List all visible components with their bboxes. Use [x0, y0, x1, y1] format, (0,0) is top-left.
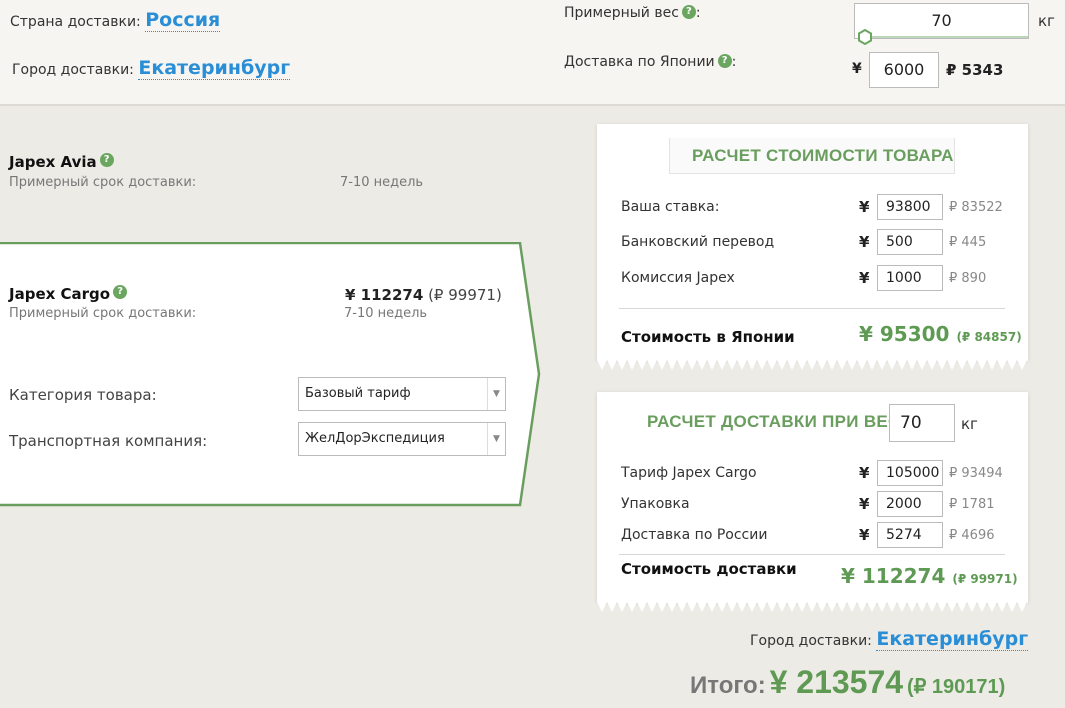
city-label: Город доставки: — [12, 62, 134, 78]
transport-label: Транспортная компания: — [9, 432, 208, 450]
russia-delivery-input[interactable]: 5274 — [877, 522, 943, 548]
weight-label: Примерный вес — [564, 5, 679, 21]
weight-slider-track[interactable] — [858, 36, 1028, 38]
delivery-cost-card: РАСЧЕТ ДОСТАВКИ ПРИ ВЕСЕ 70 кг Тариф Jap… — [597, 392, 1028, 612]
delivery-weight-unit: кг — [961, 415, 978, 433]
category-select-value: Базовый тариф — [305, 386, 411, 401]
weight-slider-handle-icon[interactable] — [857, 29, 873, 45]
yen-icon: ¥ — [859, 269, 870, 287]
japan-delivery-rub: ₽ 5343 — [946, 61, 1004, 79]
japan-delivery-label-row: Доставка по Японии?: — [564, 54, 736, 70]
delivery-row-label: Тариф Japex Cargo — [621, 465, 757, 481]
delivery-row-rub: ₽ 1781 — [949, 497, 995, 512]
tariff-cargo-title: Japex Cargo? — [9, 285, 128, 303]
selected-panel-outline — [0, 242, 541, 507]
delivery-row-rub: ₽ 4696 — [949, 528, 995, 543]
category-label: Категория товара: — [9, 386, 157, 404]
receipt-edge — [597, 360, 1028, 370]
goods-total-yen: ¥ 95300 — [859, 322, 950, 346]
delivery-weight-input[interactable]: 70 — [889, 404, 955, 442]
category-select[interactable]: Базовый тариф ▼ — [298, 377, 506, 411]
japan-delivery-label-colon: : — [731, 54, 737, 70]
receipt-edge — [597, 602, 1028, 612]
bid-input[interactable]: 93800 — [877, 194, 943, 220]
country-link[interactable]: Россия — [145, 9, 221, 32]
help-icon[interactable]: ? — [681, 5, 696, 19]
tariff-cargo-name: Japex Cargo — [9, 285, 111, 303]
grand-total-yen: ¥ 213574 — [769, 664, 904, 700]
transport-select-value: ЖелДорЭкспедиция — [305, 431, 445, 446]
divider — [619, 554, 1005, 555]
tariff-avia-term-label: Примерный срок доставки: — [9, 175, 197, 190]
city-row: Город доставки: Екатеринбург — [12, 57, 291, 80]
goods-cost-card: РАСЧЕТ СТОИМОСТИ ТОВАРА Ваша ставка: ¥ 9… — [597, 124, 1028, 370]
grand-total-rub: (₽ 190171) — [906, 676, 1006, 698]
yen-icon: ¥ — [852, 61, 862, 77]
delivery-card-title: РАСЧЕТ ДОСТАВКИ ПРИ ВЕСЕ — [647, 412, 913, 431]
weight-label-colon: : — [695, 5, 701, 21]
delivery-total-label: Стоимость доставки — [621, 560, 797, 578]
goods-total-rub: (₽ 84857) — [956, 330, 1022, 344]
japan-delivery-input[interactable]: 6000 — [869, 52, 939, 88]
tariff-cargo-term-value: 7-10 недель — [344, 306, 428, 321]
goods-row-rub: ₽ 445 — [949, 235, 987, 250]
grand-total-label: Итого: — [690, 672, 766, 699]
delivery-total-rub: (₽ 99971) — [952, 572, 1018, 586]
footer-city-row: Город доставки: Екатеринбург — [750, 628, 1029, 651]
goods-card-title: РАСЧЕТ СТОИМОСТИ ТОВАРА — [692, 146, 954, 165]
yen-icon: ¥ — [859, 198, 870, 216]
goods-row-label: Банковский перевод — [621, 234, 775, 250]
weight-unit: кг — [1038, 12, 1055, 30]
delivery-total-value: ¥ 112274 (₽ 99971) — [841, 564, 1018, 588]
goods-total-label: Стоимость в Японии — [621, 328, 795, 346]
tariff-cargo-price: ¥ 112274 (₽ 99971) — [345, 286, 502, 304]
delivery-total-yen: ¥ 112274 — [841, 564, 946, 588]
yen-icon: ¥ — [859, 464, 870, 482]
tariff-cargo-price-rub: (₽ 99971) — [428, 286, 502, 304]
country-row: Страна доставки: Россия — [10, 9, 221, 32]
goods-row-label: Комиссия Japex — [621, 270, 735, 286]
tariff-cargo-term-label: Примерный срок доставки: — [9, 306, 197, 321]
divider — [619, 308, 1005, 309]
tariff-input[interactable]: 105000 — [877, 460, 943, 486]
footer-city-label: Город доставки: — [750, 633, 872, 649]
yen-icon: ¥ — [859, 495, 870, 513]
goods-row-rub: ₽ 83522 — [949, 200, 1003, 215]
goods-row-rub: ₽ 890 — [949, 271, 987, 286]
footer-city-link[interactable]: Екатеринбург — [876, 628, 1029, 651]
goods-total-value: ¥ 95300 (₽ 84857) — [859, 322, 1022, 346]
tariff-avia-term-value: 7-10 недель — [340, 175, 424, 190]
packing-input[interactable]: 2000 — [877, 491, 943, 517]
tariff-cargo-price-yen: ¥ 112274 — [345, 286, 424, 304]
chevron-down-icon: ▼ — [487, 378, 505, 410]
weight-input[interactable]: 70 — [854, 3, 1029, 39]
delivery-row-label: Упаковка — [621, 496, 690, 512]
tariff-avia[interactable]: Japex Avia? — [9, 153, 114, 171]
city-link[interactable]: Екатеринбург — [138, 57, 291, 80]
japan-delivery-label: Доставка по Японии — [564, 54, 715, 70]
help-icon[interactable]: ? — [113, 285, 128, 299]
country-label: Страна доставки: — [10, 14, 141, 30]
delivery-row-label: Доставка по России — [621, 527, 768, 543]
yen-icon: ¥ — [859, 526, 870, 544]
tariff-cargo-panel[interactable] — [0, 242, 545, 507]
grand-total: Итого: ¥ 213574 (₽ 190171) — [690, 664, 1005, 701]
transport-select[interactable]: ЖелДорЭкспедиция ▼ — [298, 422, 506, 456]
help-icon[interactable]: ? — [717, 54, 732, 68]
commission-input[interactable]: 1000 — [877, 265, 943, 291]
bank-transfer-input[interactable]: 500 — [877, 229, 943, 255]
goods-row-label: Ваша ставка: — [621, 199, 720, 215]
help-icon[interactable]: ? — [99, 153, 114, 167]
tariff-avia-name: Japex Avia — [9, 153, 97, 171]
yen-icon: ¥ — [859, 233, 870, 251]
delivery-row-rub: ₽ 93494 — [949, 466, 1003, 481]
chevron-down-icon: ▼ — [487, 423, 505, 455]
weight-label-row: Примерный вес?: — [564, 5, 701, 21]
